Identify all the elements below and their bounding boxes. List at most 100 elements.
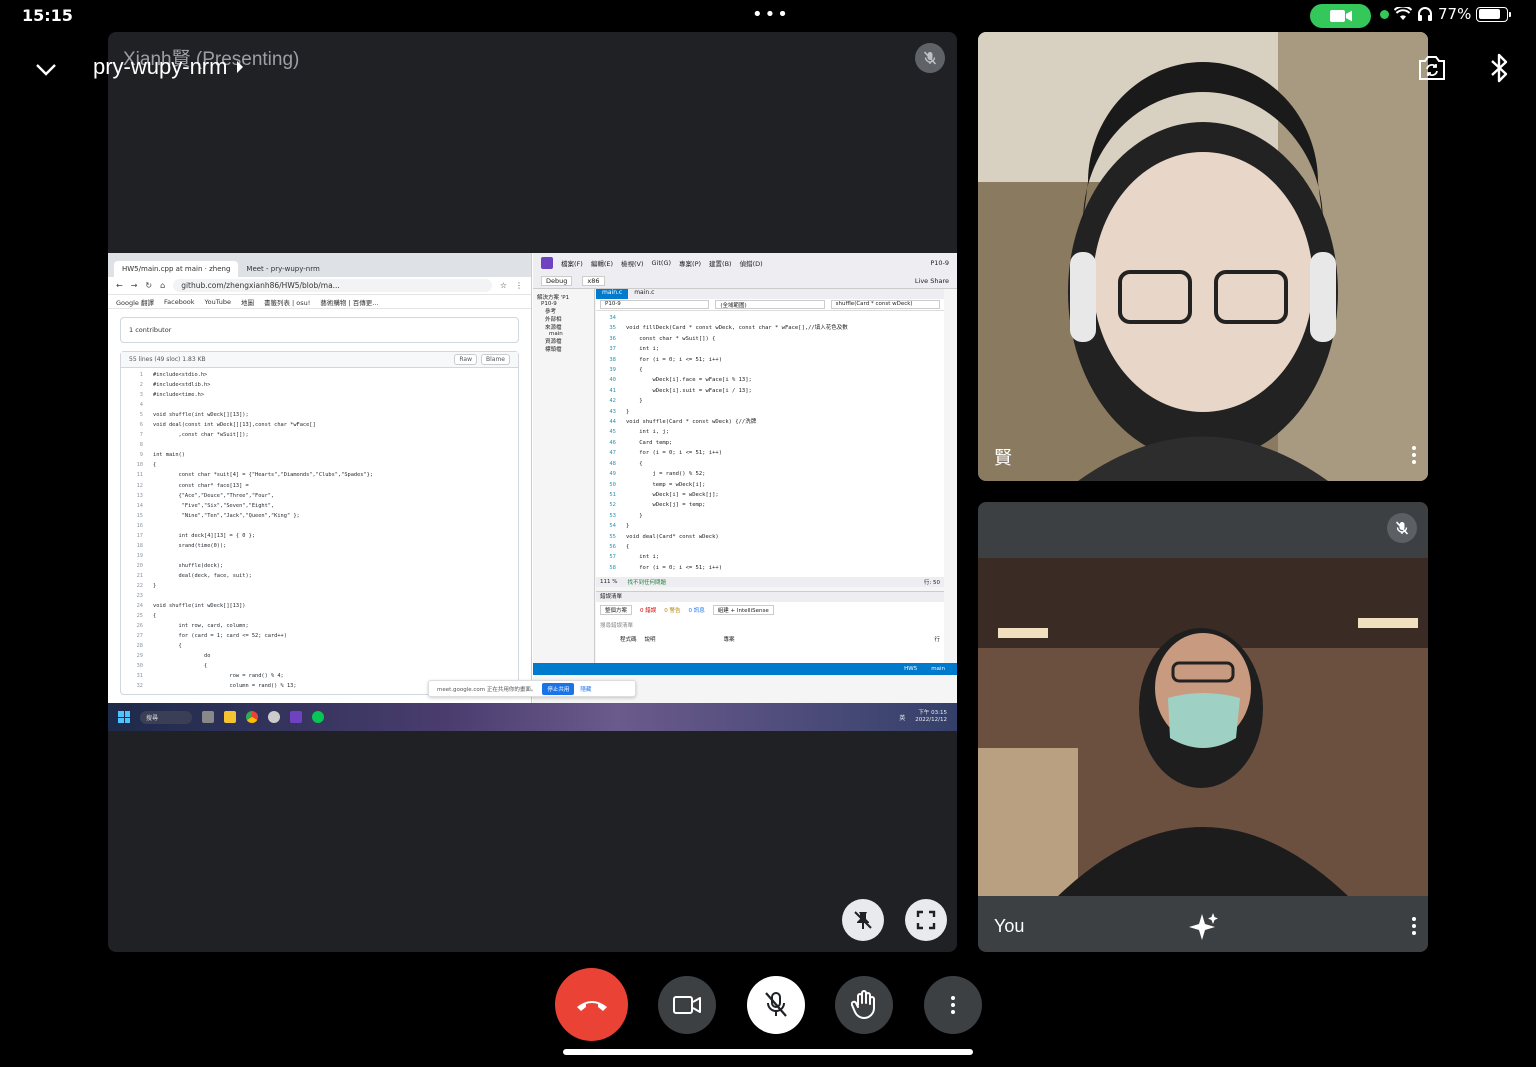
- line-text: {: [626, 460, 643, 467]
- line-text: srand(time(0));: [153, 542, 227, 549]
- line-number: 11: [136, 472, 143, 479]
- fullscreen-icon: [916, 910, 936, 930]
- vs-tab: main.c: [634, 289, 655, 296]
- raise-hand-button[interactable]: [835, 976, 893, 1034]
- self-video: [978, 558, 1428, 896]
- line-text: column = rand() % 13;: [153, 683, 297, 690]
- vs-code: 34 35 void fillDeck(Card * const wDeck, co…: [596, 311, 944, 573]
- line-text: wDeck[i].face = wFace[i % 13];: [626, 377, 752, 384]
- code-line: 55 void deal(Card* const wDeck): [596, 532, 944, 542]
- star-icon: ☆: [499, 281, 507, 290]
- taskbar-time: 下午 03:15: [918, 710, 947, 716]
- end-call-icon: [576, 1000, 607, 1011]
- code-line: 2 #include<stdlib.h>: [121, 380, 518, 390]
- line-number: 50: [609, 481, 616, 488]
- vs-menu-item: Git(G): [651, 259, 672, 267]
- line-number: 38: [609, 356, 616, 363]
- bluetooth-button[interactable]: [1484, 50, 1514, 86]
- blame-button: Blame: [481, 354, 510, 365]
- line-text: #include<stdio.h>: [153, 372, 208, 378]
- self-name: You: [994, 916, 1025, 936]
- code-line: 16: [121, 521, 518, 531]
- code-line: 48 {: [596, 459, 944, 469]
- code-line: 42 }: [596, 396, 944, 406]
- line-text: #include<stdlib.h>: [153, 382, 211, 389]
- line-text: temp = wDeck[i];: [626, 481, 706, 488]
- line-number: 36: [609, 335, 616, 342]
- line-text: }: [626, 523, 630, 530]
- code-line: 1 #include<stdio.h>: [121, 370, 518, 380]
- line-text: {: [153, 643, 182, 650]
- line-number: 18: [136, 542, 143, 549]
- line-number: 34: [609, 315, 616, 321]
- home-icon: ⌂: [160, 281, 166, 290]
- line-text: void deal(const int wDeck[][13],const ch…: [153, 422, 316, 429]
- switch-camera-button[interactable]: [1414, 50, 1450, 86]
- line-text: void deal(Card* const wDeck): [626, 533, 719, 540]
- line-text: int row, card, column;: [153, 623, 249, 630]
- participant-options-button[interactable]: [1404, 441, 1424, 469]
- code-line: 50 temp = wDeck[i];: [596, 480, 944, 490]
- code-line: 4: [121, 400, 518, 410]
- line-number: 39: [609, 367, 616, 374]
- self-view-tile[interactable]: You: [978, 502, 1428, 952]
- self-options-button[interactable]: [1404, 912, 1424, 940]
- bookmark-item: YouTube: [204, 297, 231, 306]
- code-line: 15 "Nine","Ten","Jack","Queen","King" };: [121, 511, 518, 521]
- code-line: 30 {: [121, 661, 518, 671]
- vs-menu-item: 偵錯(D): [739, 260, 763, 268]
- code-line: 29 do: [121, 651, 518, 661]
- more-options-button[interactable]: [924, 976, 982, 1034]
- line-number: 26: [136, 623, 143, 630]
- meet-sharing-bar: meet.google.com 正在共用你的畫面。 停止共用 隱藏: [428, 680, 636, 697]
- task-view-icon: [202, 711, 214, 723]
- mic-toggle-button[interactable]: [747, 976, 805, 1034]
- collapse-button[interactable]: [28, 52, 64, 88]
- code-line: 39 {: [596, 365, 944, 375]
- chrome-icon: [246, 711, 258, 723]
- line-text: shuffle(deck);: [153, 562, 224, 569]
- line-text: "Nine","Ten","Jack","Queen","King" };: [153, 512, 300, 519]
- code-line: 52 wDeck[j] = temp;: [596, 500, 944, 510]
- more-vert-icon: [943, 991, 963, 1019]
- line-text: {: [626, 543, 630, 550]
- wifi-icon: [1394, 7, 1412, 20]
- line-number: 3: [139, 392, 143, 399]
- fullscreen-button[interactable]: [905, 899, 947, 941]
- col-project: 專案: [723, 637, 735, 643]
- line-text: for (i = 0; i <= 51; i++): [626, 356, 723, 363]
- bookmarks-bar: Google 翻譯 Facebook YouTube 地圖 書籤列表 | osu…: [108, 295, 531, 309]
- end-call-button[interactable]: [555, 968, 628, 1041]
- multitasking-dots-icon[interactable]: •••: [752, 4, 790, 25]
- line-number: 48: [609, 460, 616, 467]
- home-indicator[interactable]: [563, 1049, 973, 1055]
- line-text: "Five","Six","Seven","Eight",: [153, 502, 275, 509]
- line-number: 28: [136, 643, 143, 650]
- unpin-button[interactable]: [842, 899, 884, 941]
- vs-editor-tabs: main.c main.c: [596, 289, 944, 299]
- stop-sharing-button: 停止共用: [542, 682, 575, 695]
- camera-in-use-indicator[interactable]: [1310, 4, 1371, 28]
- app-icon: [268, 711, 280, 723]
- line-number: 14: [136, 502, 143, 509]
- taskbar-search: 搜尋: [140, 710, 192, 724]
- sharing-text: meet.google.com 正在共用你的畫面。: [437, 686, 537, 693]
- code-line: 17 int deck[4][13] = { 0 };: [121, 531, 518, 541]
- solution-item: 來源檔: [545, 325, 562, 331]
- line-number: 56: [609, 543, 616, 550]
- chevron-down-icon: [36, 64, 56, 76]
- line-text: row = rand() % 4;: [153, 673, 284, 680]
- line-text: ,const char *wSuit[]);: [153, 432, 249, 439]
- line-number: 27: [136, 633, 143, 640]
- vs-menu-item: 專案(P): [679, 260, 702, 268]
- vs-nav-function: shuffle(Card * const wDeck): [830, 300, 940, 309]
- camera-toggle-button[interactable]: [658, 976, 716, 1034]
- code-line: 8: [121, 440, 518, 450]
- meeting-info-button[interactable]: pry-wupy-nrm: [93, 54, 245, 80]
- visual-studio-logo-icon: [541, 257, 553, 269]
- sparkle-icon[interactable]: [1186, 910, 1222, 946]
- presentation-tile[interactable]: Xianh賢 (Presenting) HW5/main.cpp at main…: [108, 32, 957, 952]
- vs-no-issues: 找不到任何問題: [627, 580, 666, 586]
- build-filter: 組建 + IntelliSense: [712, 605, 774, 615]
- battery-percent: 77%: [1438, 5, 1472, 23]
